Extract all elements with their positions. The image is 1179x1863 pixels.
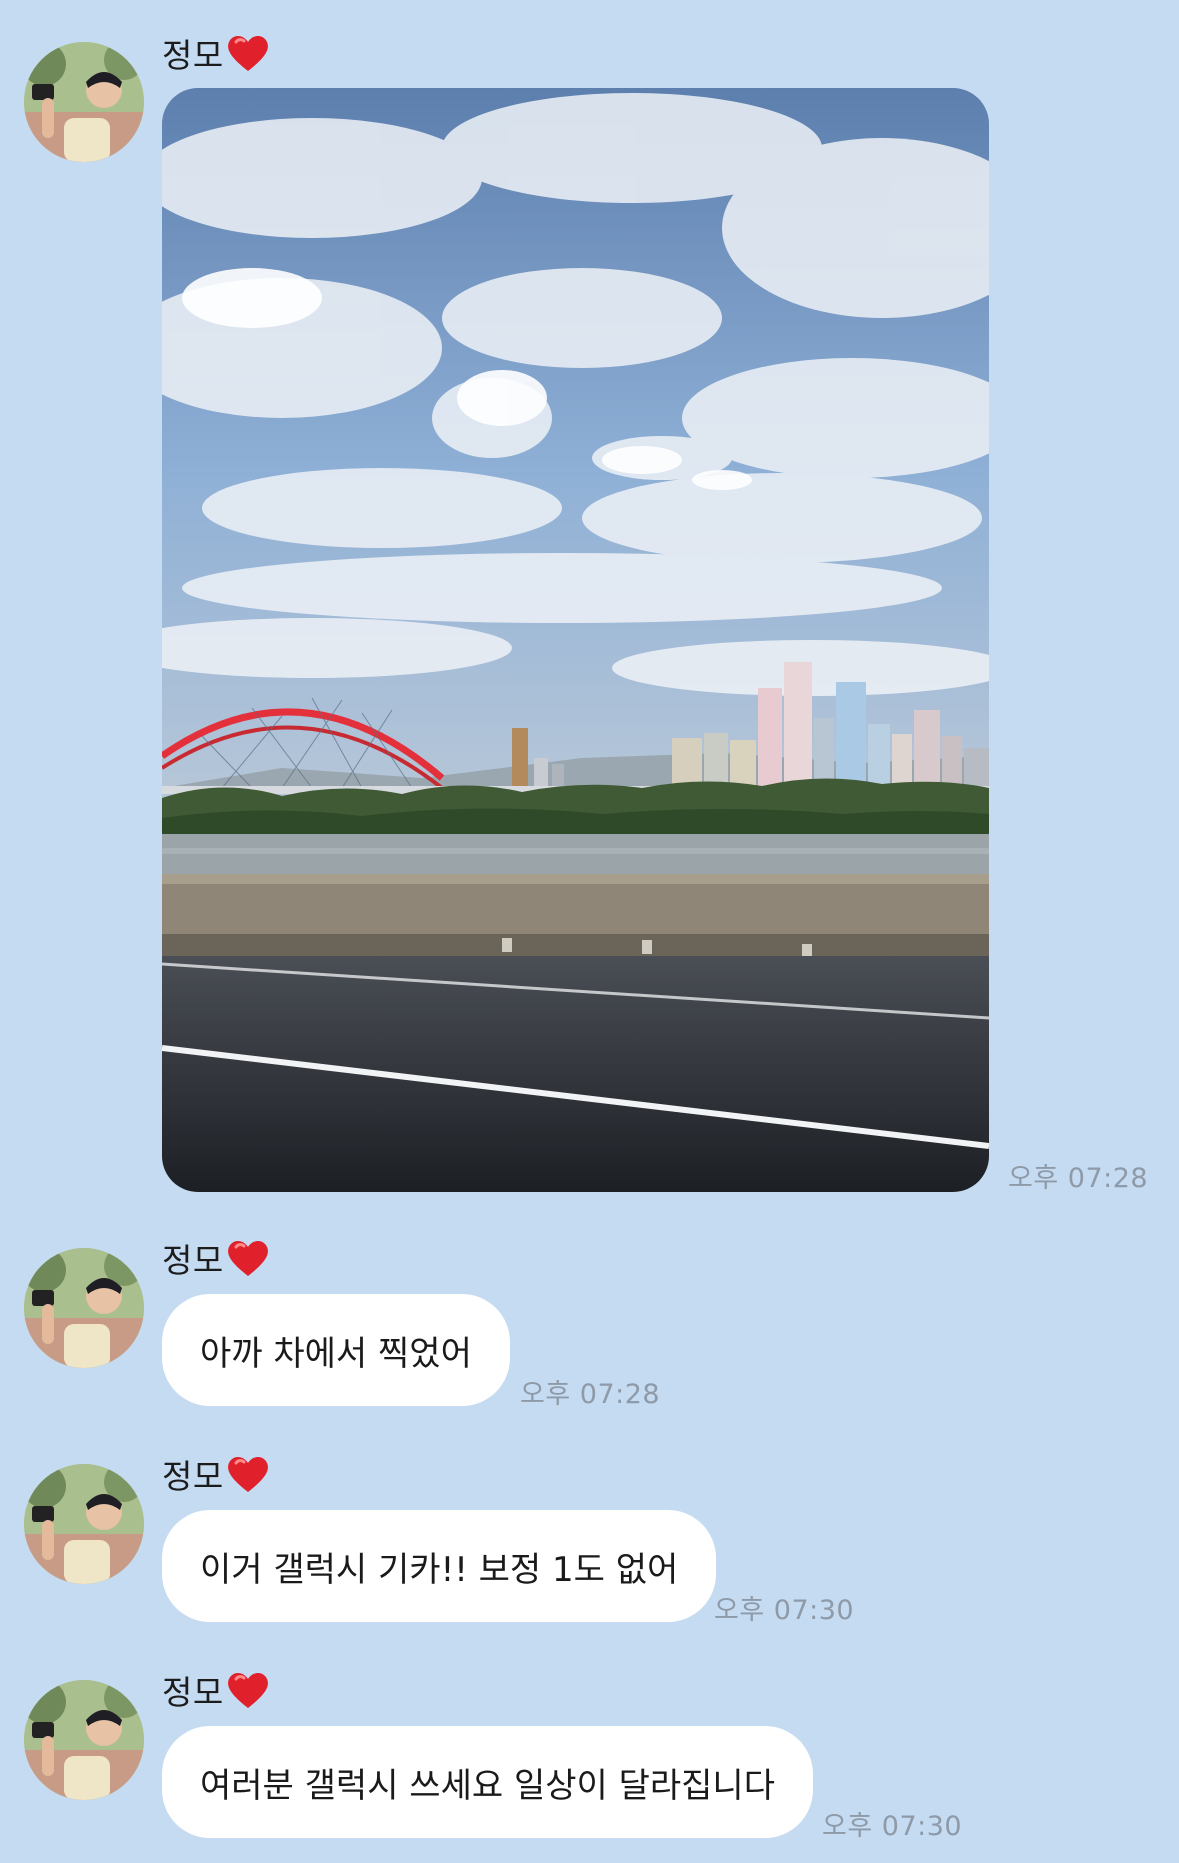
avatar[interactable]	[24, 1680, 144, 1800]
message-time: 오후 07:28	[1008, 1163, 1149, 1194]
avatar[interactable]	[24, 42, 144, 162]
sender-name: 정모	[162, 36, 224, 75]
avatar[interactable]	[24, 1464, 144, 1584]
sender-name: 정모	[162, 1241, 224, 1280]
message-bubble[interactable]: 이거 갤럭시 기카!! 보정 1도 없어	[162, 1510, 717, 1622]
photo-message[interactable]	[162, 88, 989, 1192]
message-bubble[interactable]: 아까 차에서 찍었어	[162, 1294, 510, 1406]
sender-name: 정모	[162, 1673, 224, 1712]
message-time: 오후 07:28	[520, 1379, 661, 1410]
red-heart-icon	[226, 1670, 270, 1710]
sender-name-row: 정모	[162, 1449, 270, 1499]
message-bubble[interactable]: 여러분 갤럭시 쓰세요 일상이 달라집니다	[162, 1726, 813, 1838]
message-text: 이거 갤럭시 기카!! 보정 1도 없어	[200, 1549, 679, 1590]
sender-name-row: 정모	[162, 1665, 270, 1715]
avatar[interactable]	[24, 1248, 144, 1368]
sender-name: 정모	[162, 1457, 224, 1496]
message-time: 오후 07:30	[822, 1811, 963, 1842]
red-heart-icon	[226, 1238, 270, 1278]
sender-name-row: 정모	[162, 1233, 270, 1283]
red-heart-icon	[226, 33, 270, 73]
red-heart-icon	[226, 1454, 270, 1494]
message-time: 오후 07:30	[714, 1595, 855, 1626]
sender-name-row: 정모	[162, 28, 270, 78]
message-text: 여러분 갤럭시 쓰세요 일상이 달라집니다	[200, 1765, 775, 1806]
message-text: 아까 차에서 찍었어	[200, 1333, 472, 1374]
